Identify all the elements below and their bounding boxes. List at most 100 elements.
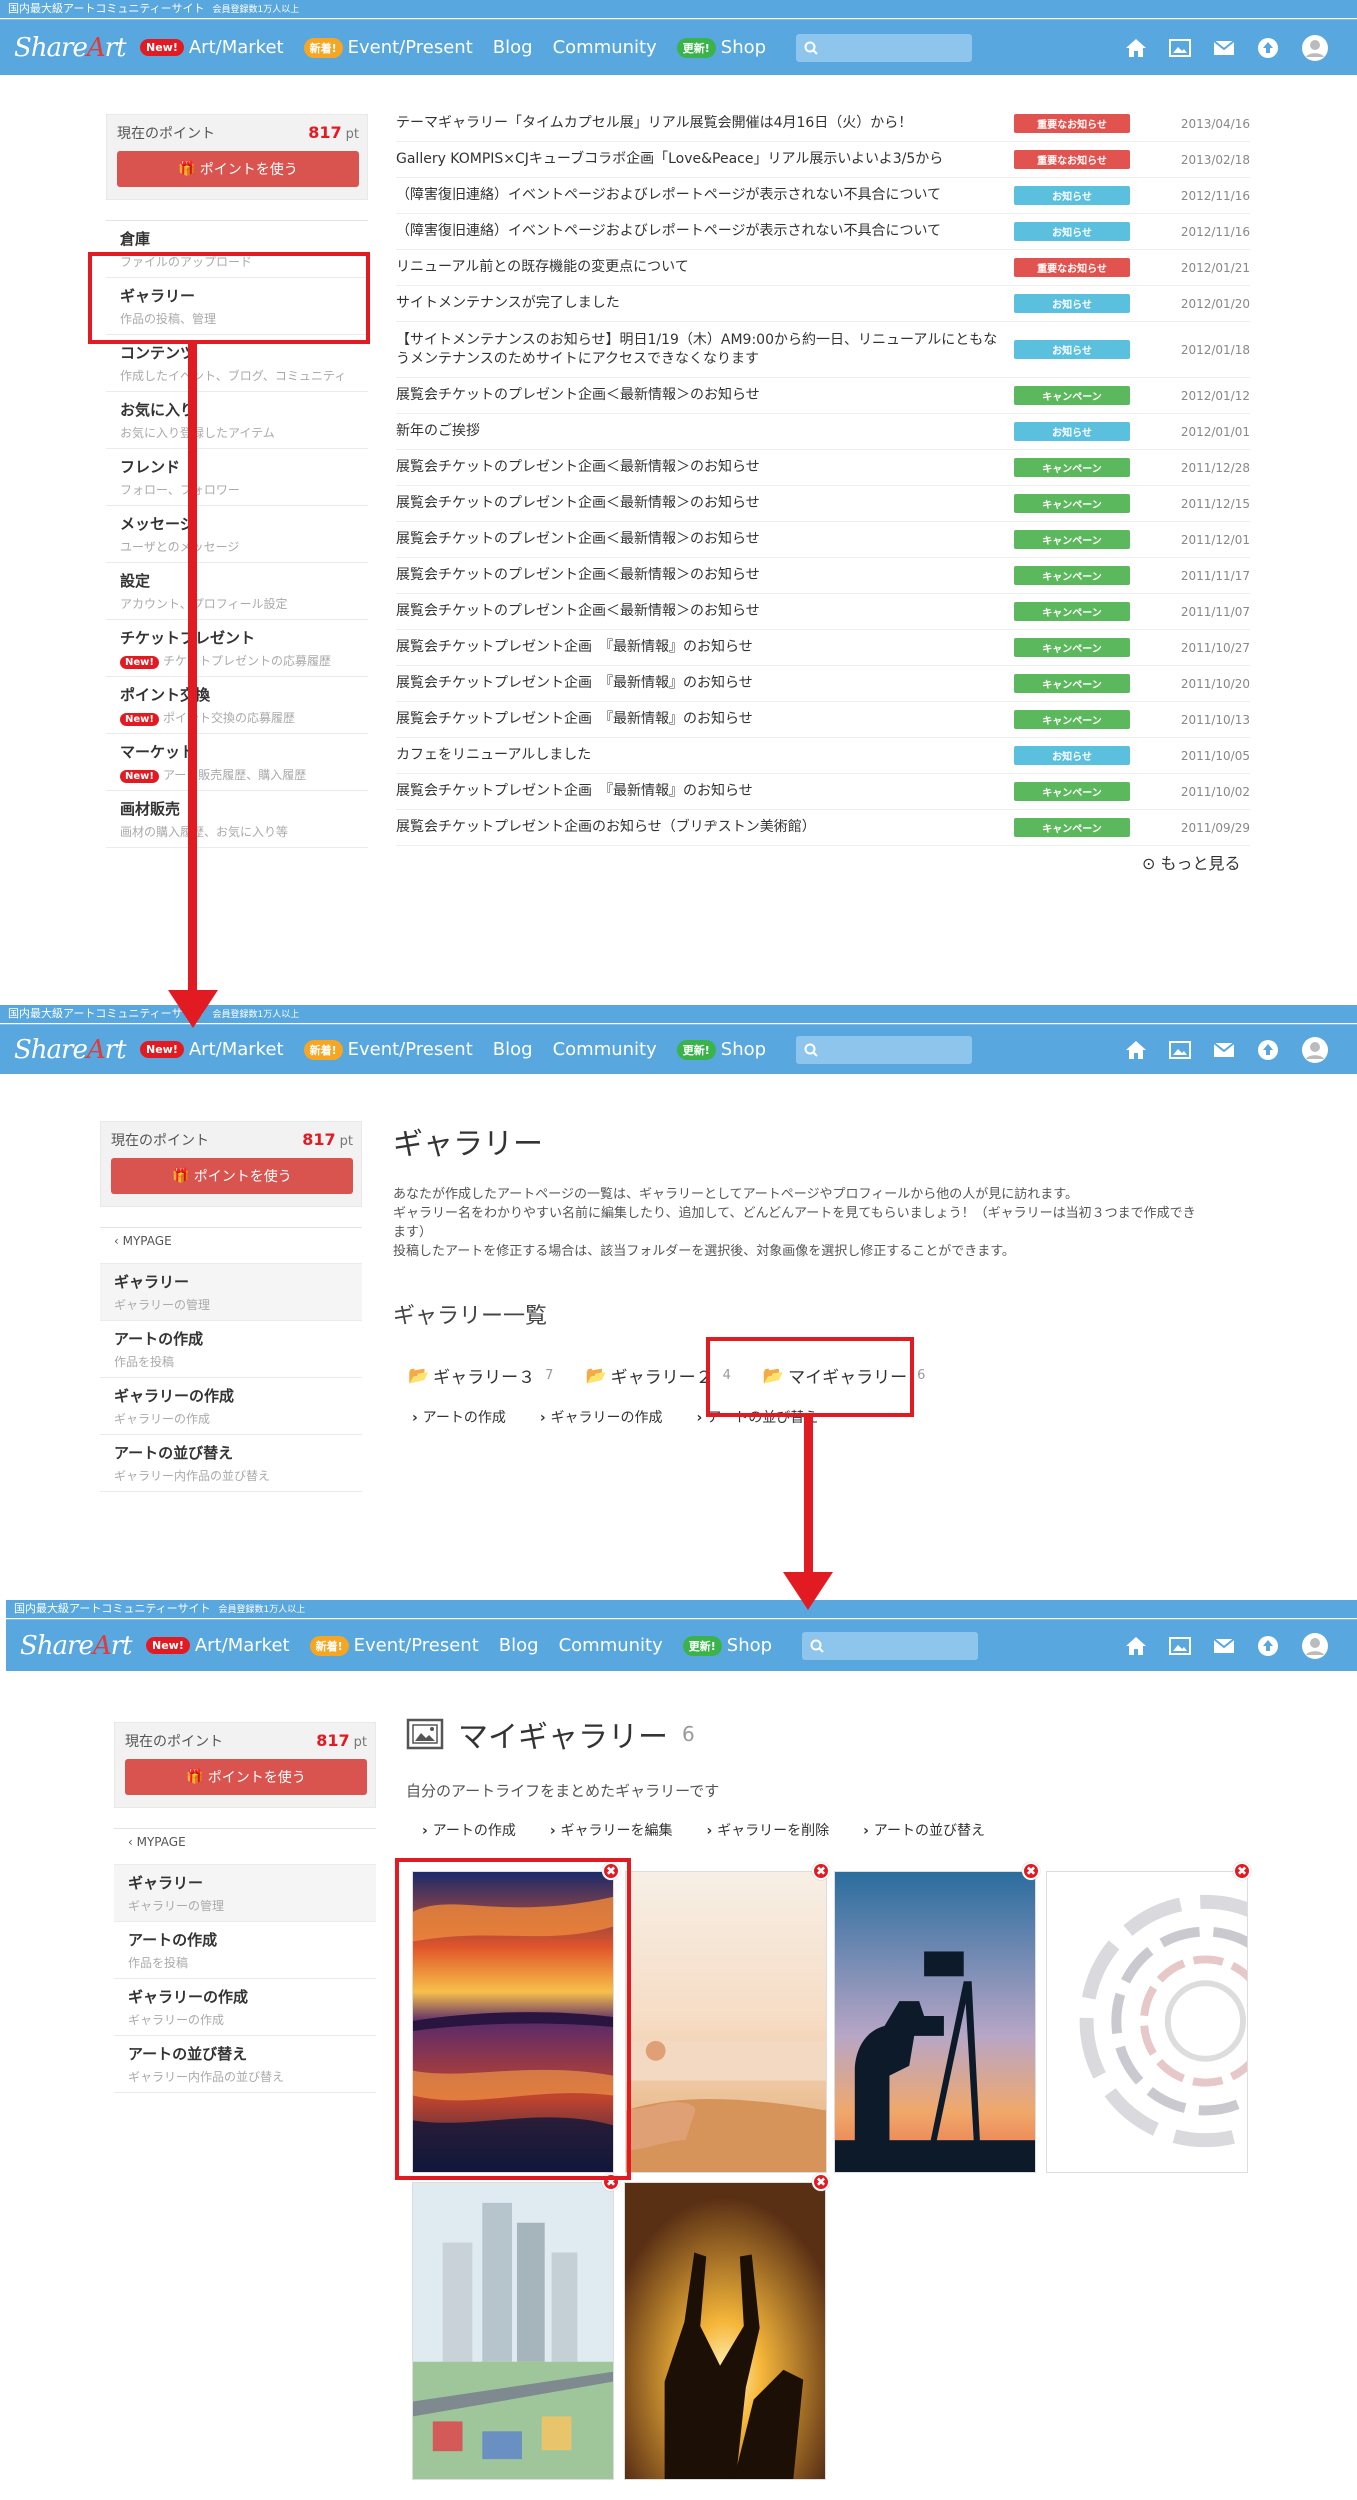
sidebar-item[interactable]: アートの並び替え ギャラリー内作品の並び替え xyxy=(100,1435,362,1492)
sidebar-item[interactable]: マーケット New! アート販売履歴、購入履歴 xyxy=(106,734,368,791)
avatar-icon[interactable] xyxy=(1301,1036,1329,1064)
news-row[interactable]: 展覧会チケットのプレゼント企画＜最新情報＞のお知らせ キャンペーン 2011/11/… xyxy=(396,558,1250,594)
home-icon[interactable] xyxy=(1125,38,1147,58)
nav-event-present[interactable]: 新着! Event/Present xyxy=(303,37,473,58)
nav-blog[interactable]: Blog xyxy=(499,1635,539,1656)
nav-community[interactable]: Community xyxy=(553,1039,657,1060)
mail-icon[interactable] xyxy=(1213,1637,1235,1655)
news-title[interactable]: （障害復旧連絡）イベントページおよびレポートページが表示されない不具合について xyxy=(396,186,1014,205)
news-row[interactable]: （障害復旧連絡）イベントページおよびレポートページが表示されない不具合についてお… xyxy=(396,214,1250,250)
news-title[interactable]: 展覧会チケットプレゼント企画 『最新情報』のお知らせ xyxy=(396,710,1014,729)
nav-shop[interactable]: 更新! Shop xyxy=(676,37,766,58)
avatar-icon[interactable] xyxy=(1301,34,1329,62)
mail-icon[interactable] xyxy=(1213,39,1235,57)
sidebar-item[interactable]: ポイント交換 New! ポイント交換の応募履歴 xyxy=(106,677,368,734)
avatar-icon[interactable] xyxy=(1301,1632,1329,1660)
mail-icon[interactable] xyxy=(1213,1041,1235,1059)
nav-community[interactable]: Community xyxy=(559,1635,663,1656)
sidebar-item[interactable]: ギャラリーの作成 ギャラリーの作成 xyxy=(100,1378,362,1435)
news-row[interactable]: テーマギャラリー「タイムカプセル展」リアル展覧会開催は4月16日（火）から！ 重要… xyxy=(396,106,1250,142)
action-link[interactable]: › アートの作成 xyxy=(422,1820,516,1840)
upload-icon[interactable] xyxy=(1257,1039,1279,1061)
news-row[interactable]: 展覧会チケットプレゼント企画 『最新情報』のお知らせ キャンペーン 2011/10/… xyxy=(396,702,1250,738)
back-to-mypage-link[interactable]: ‹ MYPAGE xyxy=(114,1829,376,1865)
news-title[interactable]: 展覧会チケットのプレゼント企画＜最新情報＞のお知らせ xyxy=(396,458,1014,477)
news-title[interactable]: 展覧会チケットのプレゼント企画＜最新情報＞のお知らせ xyxy=(396,566,1014,585)
news-row[interactable]: カフェをリニューアルしました お知らせ 2011/10/05 xyxy=(396,738,1250,774)
news-row[interactable]: 新年のご挨拶 お知らせ 2012/01/01 xyxy=(396,414,1250,450)
news-row[interactable]: 展覧会チケットのプレゼント企画＜最新情報＞のお知らせ キャンペーン 2011/12/… xyxy=(396,522,1250,558)
nav-shop[interactable]: 更新! Shop xyxy=(676,1039,766,1060)
sidebar-item[interactable]: フレンド フォロー、フォロワー xyxy=(106,449,368,506)
action-link[interactable]: › ギャラリーを編集 xyxy=(550,1820,673,1840)
sidebar-item[interactable]: ギャラリーの作成 ギャラリーの作成 xyxy=(114,1979,376,2036)
news-title[interactable]: 展覧会チケットのプレゼント企画＜最新情報＞のお知らせ xyxy=(396,386,1014,405)
search-input[interactable] xyxy=(796,1035,973,1064)
sidebar-item[interactable]: チケットプレゼント New!チケットプレゼントの応募履歴 xyxy=(106,620,368,677)
delete-icon[interactable]: ✖ xyxy=(812,1862,830,1880)
site-logo[interactable]: ShareArt xyxy=(0,33,140,63)
upload-icon[interactable] xyxy=(1257,1635,1279,1657)
sidebar-item[interactable]: ギャラリー ギャラリーの管理 xyxy=(100,1264,362,1321)
nav-blog[interactable]: Blog xyxy=(493,37,533,58)
search-input[interactable] xyxy=(802,1631,979,1660)
news-title[interactable]: 展覧会チケットプレゼント企画 『最新情報』のお知らせ xyxy=(396,638,1014,657)
sidebar-item[interactable]: アートの並び替え ギャラリー内作品の並び替え xyxy=(114,2036,376,2093)
use-points-button[interactable]: 🎁 ポイントを使う xyxy=(125,1759,367,1795)
news-title[interactable]: サイトメンテナンスが完了しました xyxy=(396,294,1014,313)
gallery-icon[interactable] xyxy=(1169,1040,1191,1060)
back-to-mypage-link[interactable]: ‹ MYPAGE xyxy=(100,1228,362,1264)
art-thumb-sunset-hands[interactable] xyxy=(624,2182,826,2480)
news-title[interactable]: （障害復旧連絡）イベントページおよびレポートページが表示されない不具合について xyxy=(396,222,1014,241)
action-link[interactable]: › アートの並び替え xyxy=(863,1820,985,1840)
news-row[interactable]: 展覧会チケットのプレゼント企画＜最新情報＞のお知らせ キャンペーン 2011/12/… xyxy=(396,486,1250,522)
news-title[interactable]: 展覧会チケットのプレゼント企画＜最新情報＞のお知らせ xyxy=(396,602,1014,621)
news-row[interactable]: 【サイトメンテナンスのお知らせ】明日1/19（木）AM9:00から約一日、リニュ… xyxy=(396,322,1250,378)
delete-icon[interactable]: ✖ xyxy=(812,2173,830,2191)
sidebar-item[interactable]: アートの作成 作品を投稿 xyxy=(100,1321,362,1378)
news-row[interactable]: 展覧会チケットのプレゼント企画＜最新情報＞のお知らせ キャンペーン 2012/01/… xyxy=(396,378,1250,414)
sidebar-item[interactable]: 画材販売 画材の購入履歴、お気に入り等 xyxy=(106,791,368,848)
gallery-folder[interactable]: 📂 ギャラリー３ 7 xyxy=(408,1363,553,1389)
action-link[interactable]: › ギャラリーの作成 xyxy=(540,1407,663,1427)
news-title[interactable]: Gallery KOMPIS×CJキューブコラボ企画「Love&Peace」リア… xyxy=(396,150,1014,169)
delete-icon[interactable]: ✖ xyxy=(1233,1862,1251,1880)
news-title[interactable]: リニューアル前との既存機能の変更点について xyxy=(396,258,1014,277)
news-title[interactable]: 展覧会チケットのプレゼント企画＜最新情報＞のお知らせ xyxy=(396,530,1014,549)
art-thumb-meditation[interactable] xyxy=(625,1871,827,2173)
home-icon[interactable] xyxy=(1125,1040,1147,1060)
gallery-icon[interactable] xyxy=(1169,1636,1191,1656)
nav-blog[interactable]: Blog xyxy=(493,1039,533,1060)
home-icon[interactable] xyxy=(1125,1636,1147,1656)
news-row[interactable]: リニューアル前との既存機能の変更点について 重要なお知らせ 2012/01/21 xyxy=(396,250,1250,286)
news-row[interactable]: 展覧会チケットプレゼント企画 『最新情報』のお知らせ キャンペーン 2011/10/… xyxy=(396,774,1250,810)
news-row[interactable]: 展覧会チケットのプレゼント企画＜最新情報＞のお知らせ キャンペーン 2011/12/… xyxy=(396,450,1250,486)
news-title[interactable]: 新年のご挨拶 xyxy=(396,422,1014,441)
news-row[interactable]: 展覧会チケットプレゼント企画 『最新情報』のお知らせ キャンペーン 2011/10/… xyxy=(396,666,1250,702)
art-thumb-abstract[interactable] xyxy=(1046,1871,1248,2173)
site-logo[interactable]: ShareArt xyxy=(6,1631,146,1661)
gallery-icon[interactable] xyxy=(1169,38,1191,58)
sidebar-item[interactable]: お気に入り お気に入り登録したアイテム xyxy=(106,392,368,449)
sidebar-item[interactable]: ギャラリー ギャラリーの管理 xyxy=(114,1865,376,1922)
news-title[interactable]: 【サイトメンテナンスのお知らせ】明日1/19（木）AM9:00から約一日、リニュ… xyxy=(396,331,1014,369)
news-title[interactable]: テーマギャラリー「タイムカプセル展」リアル展覧会開催は4月16日（火）から！ xyxy=(396,114,1014,133)
news-row[interactable]: （障害復旧連絡）イベントページおよびレポートページが表示されない不具合についてお… xyxy=(396,178,1250,214)
art-thumb-photographer[interactable] xyxy=(834,1871,1036,2173)
nav-art-market[interactable]: New! Art/Market xyxy=(140,37,284,58)
art-thumb-city[interactable] xyxy=(412,2182,614,2480)
more-link[interactable]: ⊙ もっと見る xyxy=(1142,850,1241,874)
nav-art-market[interactable]: New! Art/Market xyxy=(146,1635,290,1656)
action-link[interactable]: › アートの作成 xyxy=(412,1407,506,1427)
nav-event-present[interactable]: 新着! Event/Present xyxy=(303,1039,473,1060)
upload-icon[interactable] xyxy=(1257,37,1279,59)
nav-art-market[interactable]: New! Art/Market xyxy=(140,1039,284,1060)
nav-shop[interactable]: 更新! Shop xyxy=(682,1635,772,1656)
news-row[interactable]: 展覧会チケットプレゼント企画のお知らせ（ブリヂストン美術館） キャンペーン 2011… xyxy=(396,810,1250,846)
news-row[interactable]: Gallery KOMPIS×CJキューブコラボ企画「Love&Peace」リア… xyxy=(396,142,1250,178)
news-row[interactable]: 展覧会チケットプレゼント企画 『最新情報』のお知らせ キャンペーン 2011/10/… xyxy=(396,630,1250,666)
news-row[interactable]: 展覧会チケットのプレゼント企画＜最新情報＞のお知らせ キャンペーン 2011/11/… xyxy=(396,594,1250,630)
news-title[interactable]: 展覧会チケットプレゼント企画のお知らせ（ブリヂストン美術館） xyxy=(396,818,1014,837)
search-input[interactable] xyxy=(796,33,973,62)
delete-icon[interactable]: ✖ xyxy=(1022,1862,1040,1880)
